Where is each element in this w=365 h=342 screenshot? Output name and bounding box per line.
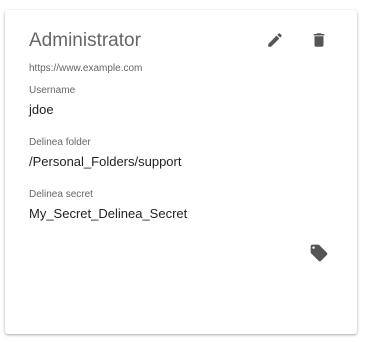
username-label: Username [29,85,76,96]
card-title: Administrator [29,30,141,51]
delinea-secret-value: My_Secret_Delinea_Secret [29,206,188,221]
tag-button[interactable] [307,241,331,265]
pencil-icon [266,31,284,49]
delete-button[interactable] [307,28,331,52]
delinea-folder-field: Delinea folder /Personal_Folders/support [29,136,181,170]
site-url: https://www.example.com [29,63,143,74]
tag-icon [309,243,329,263]
delinea-folder-label: Delinea folder [29,137,91,148]
username-value: jdoe [29,102,54,117]
trash-icon [310,31,328,49]
username-field: Username jdoe [29,84,75,118]
credential-card: Administrator https://www.example.com Us… [5,10,357,334]
delinea-secret-label: Delinea secret [29,189,93,200]
delinea-secret-field: Delinea secret My_Secret_Delinea_Secret [29,188,187,222]
edit-button[interactable] [263,28,287,52]
delinea-folder-value: /Personal_Folders/support [29,154,182,169]
